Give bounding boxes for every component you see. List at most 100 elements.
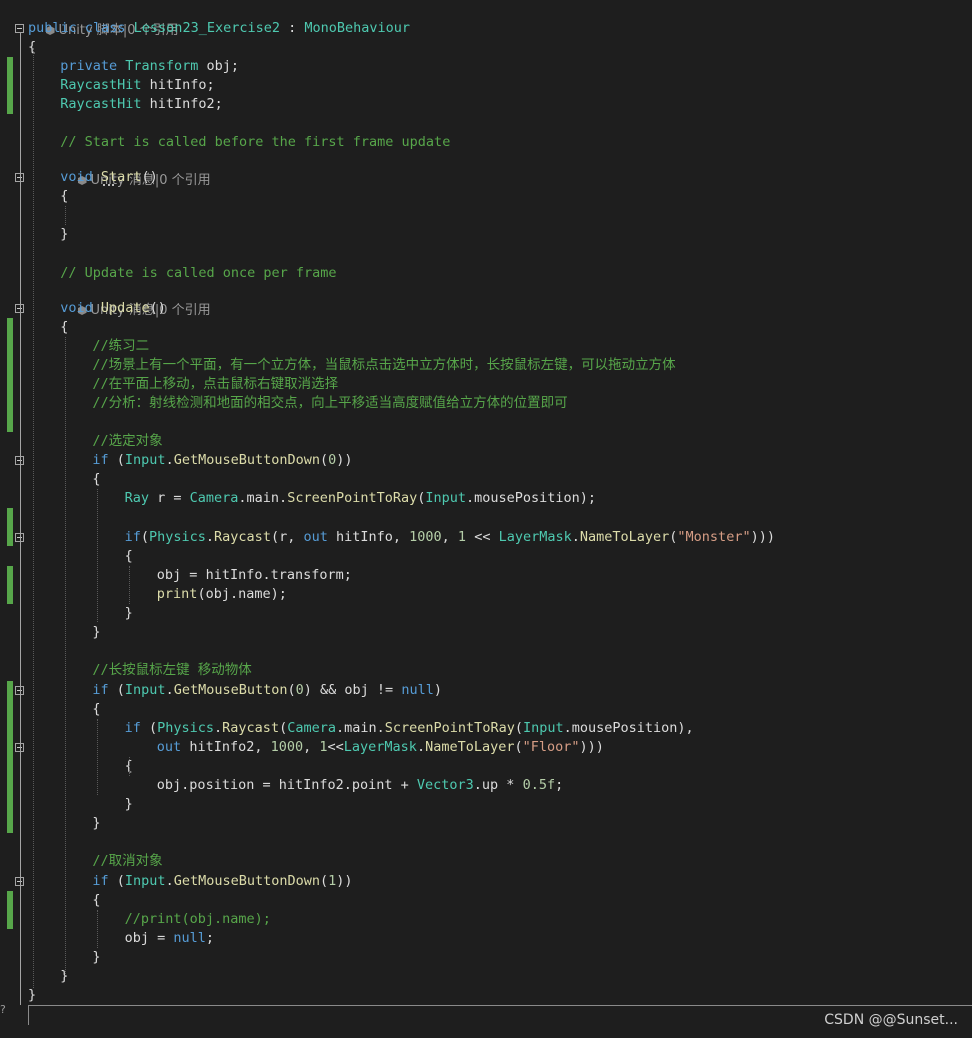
code-text: public class Lesson23_Exercise2 : MonoBe… xyxy=(28,19,410,38)
code-line[interactable]: out hitInfo2, 1000, 1<<LayerMask.NameToL… xyxy=(0,738,972,757)
code-line[interactable]: void Start() xyxy=(0,168,972,187)
code-line[interactable]: } xyxy=(0,623,972,642)
code-token: if xyxy=(124,720,141,736)
code-line[interactable]: obj.position = hitInfo2.point + Vector3.… xyxy=(0,776,972,795)
code-token: //长按鼠标左键 移动物体 xyxy=(92,662,252,678)
code-line[interactable]: } xyxy=(0,795,972,814)
code-line[interactable]: public class Lesson23_Exercise2 : MonoBe… xyxy=(0,19,972,38)
collapse-toggle-icon[interactable] xyxy=(15,24,24,33)
code-line[interactable]: { xyxy=(0,470,972,489)
code-text: RaycastHit hitInfo; xyxy=(60,76,214,95)
code-token: Camera xyxy=(287,720,336,736)
code-token: if xyxy=(92,873,109,889)
code-token: ( xyxy=(279,720,288,736)
code-line[interactable]: Ray r = Camera.main.ScreenPointToRay(Inp… xyxy=(0,489,972,508)
code-line[interactable]: RaycastHit hitInfo; xyxy=(0,76,972,95)
indent-guide xyxy=(65,337,66,974)
code-token: 1000 xyxy=(409,529,442,545)
code-line[interactable]: obj = hitInfo.transform; xyxy=(0,566,972,585)
code-token: Input xyxy=(124,682,166,698)
code-token: } xyxy=(92,624,101,640)
code-token: null xyxy=(173,930,206,946)
code-line[interactable]: //练习二 xyxy=(0,337,972,356)
code-token: Camera xyxy=(189,490,239,506)
code-editor[interactable]: Unity 脚本|0 个引用 Unity 消息|0 个引用 Unity 消息|0… xyxy=(0,0,972,1038)
code-line[interactable]: print(obj.name); xyxy=(0,585,972,604)
code-line[interactable]: //长按鼠标左键 移动物体 xyxy=(0,661,972,680)
code-line[interactable]: } xyxy=(0,604,972,623)
code-line[interactable]: { xyxy=(0,757,972,776)
code-text: void Start() xyxy=(60,168,158,187)
code-line[interactable]: RaycastHit hitInfo2; xyxy=(0,95,972,114)
change-marker xyxy=(7,57,13,114)
code-token: RaycastHit xyxy=(60,96,142,112)
code-text: } xyxy=(60,225,68,244)
code-line[interactable]: //在平面上移动，点击鼠标右键取消选择 xyxy=(0,375,972,394)
code-token: . xyxy=(165,682,174,698)
code-line[interactable]: if (Input.GetMouseButtonDown(1)) xyxy=(0,872,972,891)
code-line[interactable]: // Start is called before the first fram… xyxy=(0,133,972,152)
code-token: ( xyxy=(108,873,125,889)
code-text: } xyxy=(92,623,100,642)
code-token: ; xyxy=(205,930,215,946)
code-token: () xyxy=(149,300,166,316)
code-text: { xyxy=(60,187,68,206)
code-line[interactable]: if (Physics.Raycast(Camera.main.ScreenPo… xyxy=(0,719,972,738)
code-line[interactable]: //取消对象 xyxy=(0,852,972,871)
code-line[interactable]: obj = null; xyxy=(0,929,972,948)
code-token: Raycast xyxy=(214,529,271,545)
code-token: NameToLayer xyxy=(425,739,515,755)
code-line[interactable]: { xyxy=(0,547,972,566)
code-text: //取消对象 xyxy=(92,852,162,871)
code-line[interactable]: //场景上有一个平面，有一个立方体，当鼠标点击选中立方体时，长按鼠标左键，可以拖… xyxy=(0,356,972,375)
code-token: { xyxy=(60,188,69,204)
code-text: if(Physics.Raycast(r, out hitInfo, 1000,… xyxy=(125,528,775,547)
code-token: 0.5f xyxy=(522,777,556,793)
code-line[interactable]: if (Input.GetMouseButton(0) && obj != nu… xyxy=(0,681,972,700)
code-token: obj = xyxy=(124,930,174,946)
code-token: } xyxy=(92,949,101,965)
code-line[interactable]: { xyxy=(0,38,972,57)
code-line[interactable]: if (Input.GetMouseButtonDown(0)) xyxy=(0,451,972,470)
code-token: )) xyxy=(336,452,353,468)
code-token: ( xyxy=(108,682,125,698)
code-token: GetMouseButtonDown xyxy=(173,452,321,468)
code-line[interactable]: } xyxy=(0,967,972,986)
code-line[interactable]: } xyxy=(0,948,972,967)
code-line[interactable]: //分析：射线检测和地面的相交点，向上平移适当高度赋值给立方体的位置即可 xyxy=(0,394,972,413)
outline-line xyxy=(20,33,21,1005)
code-token: Input xyxy=(425,490,467,506)
code-token: { xyxy=(60,319,69,335)
code-token: << xyxy=(466,529,499,545)
indent-guide xyxy=(129,757,130,776)
code-token: hitInfo2, xyxy=(181,739,271,755)
code-text: //选定对象 xyxy=(92,432,162,451)
indent-guide xyxy=(33,48,34,988)
code-line[interactable]: // Update is called once per frame xyxy=(0,264,972,283)
code-line[interactable]: { xyxy=(0,700,972,719)
code-text: } xyxy=(28,986,36,1005)
code-token: . xyxy=(205,529,215,545)
code-token: ; xyxy=(555,777,564,793)
code-token: )) xyxy=(336,873,353,889)
code-token: 0 xyxy=(295,682,304,698)
code-line[interactable]: } xyxy=(0,225,972,244)
code-line[interactable]: //选定对象 xyxy=(0,432,972,451)
code-line[interactable]: } xyxy=(0,814,972,833)
code-line[interactable]: { xyxy=(0,187,972,206)
code-text: // Start is called before the first fram… xyxy=(60,133,450,152)
indent-guide xyxy=(97,489,98,622)
code-text: //场景上有一个平面，有一个立方体，当鼠标点击选中立方体时，长按鼠标左键，可以拖… xyxy=(92,356,675,375)
code-token: void xyxy=(60,300,101,316)
code-line[interactable]: { xyxy=(0,891,972,910)
code-text: { xyxy=(92,470,100,489)
code-token: RaycastHit xyxy=(60,77,142,93)
code-token: ( xyxy=(514,739,523,755)
code-line[interactable]: void Update() xyxy=(0,299,972,318)
code-line[interactable]: //print(obj.name); xyxy=(0,910,972,929)
code-line[interactable]: } xyxy=(0,986,972,1005)
code-line[interactable]: if(Physics.Raycast(r, out hitInfo, 1000,… xyxy=(0,528,972,547)
code-line[interactable]: private Transform obj; xyxy=(0,57,972,76)
code-line[interactable]: { xyxy=(0,318,972,337)
code-token: public class xyxy=(28,20,134,36)
